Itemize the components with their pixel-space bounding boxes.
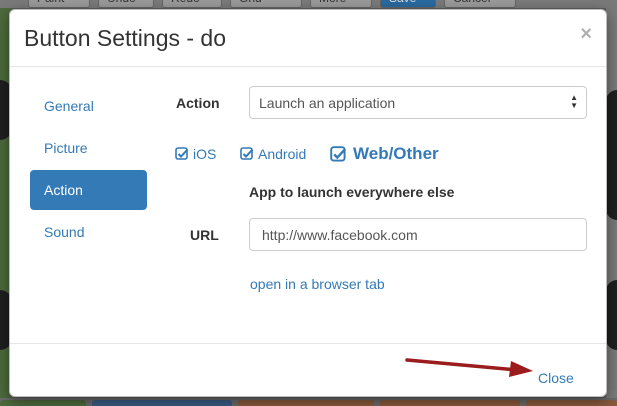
bg-cancel-button: Cancel [444,0,516,8]
dialog-footer: Close [10,343,606,398]
background-tile [0,400,86,406]
platform-web-other-label: Web/Other [353,144,439,163]
bg-undo-button: Undo [98,0,154,8]
action-select-value: Launch an application [259,95,396,111]
platform-web-other[interactable]: Web/Other [330,144,439,164]
background-tile [380,400,520,406]
open-in-browser-link[interactable]: open in a browser tab [250,276,385,292]
background-tile [238,400,374,406]
nav-picture[interactable]: Picture [30,128,147,168]
platform-ios[interactable]: iOS [175,146,216,162]
red-arrow-icon [405,358,533,377]
checkbox-checked-icon [175,147,189,160]
checkbox-checked-icon [330,145,347,162]
close-icon[interactable]: × [580,24,592,44]
bg-more-button: More [310,0,372,8]
background-tile [92,400,232,406]
url-input[interactable]: http://www.facebook.com [249,218,587,251]
section-heading: App to launch everywhere else [249,184,455,200]
background-right-image [606,90,617,220]
button-settings-dialog: Button Settings - do × General Picture A… [9,9,607,397]
background-tile [526,400,617,406]
nav-action[interactable]: Action [30,170,147,210]
action-label: Action [176,95,220,111]
platform-ios-label: iOS [193,146,217,162]
bg-paint-button: Paint [28,0,90,8]
close-button[interactable]: Close [538,370,574,386]
bg-redo-button: Redo [162,0,222,8]
platform-android[interactable]: Android [240,146,306,162]
background-right-image-2 [606,280,617,350]
bg-save-button: Save [380,0,436,8]
nav-general[interactable]: General [30,86,147,126]
dialog-header: Button Settings - do × [10,10,606,67]
background-toolbar [0,0,617,8]
platform-android-label: Android [258,146,307,162]
dialog-title: Button Settings - do [24,25,227,51]
checkbox-checked-icon [240,147,254,160]
select-arrows-icon: ▲ ▼ [570,93,578,110]
url-label: URL [190,227,219,243]
action-select[interactable]: Launch an application ▲ ▼ [249,86,587,119]
bg-grid-button: Grid [230,0,302,8]
nav-sound[interactable]: Sound [30,212,147,252]
